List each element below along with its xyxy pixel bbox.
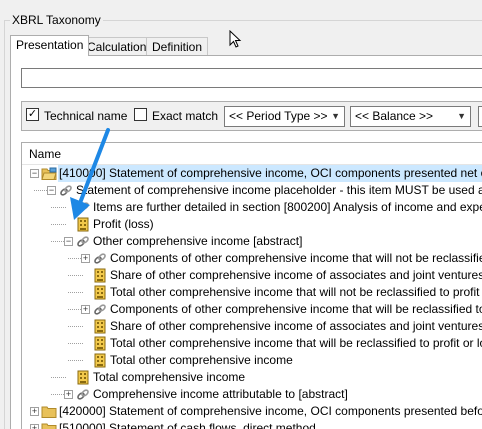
tree-node[interactable]: − Other comprehensive income [abstract]: [22, 233, 482, 250]
tree-node-label: Other comprehensive income [abstract]: [93, 234, 303, 248]
tree-node-label: Share of other comprehensive income of a…: [110, 268, 482, 282]
tree-connector: [68, 275, 83, 276]
tree-node-label: [410000] Statement of comprehensive inco…: [58, 165, 482, 182]
link-icon: [92, 302, 108, 317]
technical-name-checkbox[interactable]: ✓: [26, 108, 39, 121]
link-icon: [75, 387, 91, 402]
exact-match-label: Exact match: [152, 109, 219, 123]
tree-node-label: Comprehensive income attributable to [ab…: [93, 387, 348, 401]
tab-definition[interactable]: Definition: [146, 37, 209, 55]
balance-value: << Balance >>: [355, 109, 434, 123]
expand-icon[interactable]: +: [30, 407, 39, 416]
group-border-left: [4, 20, 5, 429]
tree-node[interactable]: Total other comprehensive income that wi…: [22, 335, 482, 352]
element-icon: [75, 370, 91, 385]
tree-node[interactable]: Total comprehensive income: [22, 369, 482, 386]
collapse-icon[interactable]: −: [47, 186, 56, 195]
tree-connector: [51, 224, 66, 225]
tree-node-label: Components of other comprehensive income…: [110, 302, 482, 316]
tree-node-label: Total other comprehensive income that wi…: [110, 336, 482, 350]
element-icon: [92, 268, 108, 283]
tree-node-label: Statement of comprehensive income placeh…: [76, 183, 482, 197]
expand-icon[interactable]: +: [81, 254, 90, 263]
collapse-icon[interactable]: −: [64, 237, 73, 246]
tree-node[interactable]: + Components of other comprehensive incom…: [22, 250, 482, 267]
collapse-icon[interactable]: −: [30, 169, 39, 178]
link-icon: [92, 251, 108, 266]
tab-calculation[interactable]: Calculation: [81, 37, 153, 55]
tree-node[interactable]: Total other comprehensive income that wi…: [22, 284, 482, 301]
technical-name-label: Technical name: [44, 109, 128, 123]
extra-filter-select[interactable]: [478, 106, 482, 127]
folder-icon: [41, 404, 57, 419]
tree-node[interactable]: Share of other comprehensive income of a…: [22, 318, 482, 335]
tree-connector: [68, 326, 83, 327]
balance-select[interactable]: << Balance >> ▼: [350, 106, 471, 127]
column-header-label: Name: [29, 147, 62, 161]
period-type-value: << Period Type >>: [229, 109, 328, 123]
tree-node-label: Total other comprehensive income: [110, 353, 293, 367]
tree-node-label: Share of other comprehensive income of a…: [110, 319, 482, 333]
search-input[interactable]: [21, 68, 482, 88]
tree-connector: [68, 360, 83, 361]
chevron-down-icon: ▼: [331, 111, 340, 121]
tree-node[interactable]: Total other comprehensive income: [22, 352, 482, 369]
link-icon: [75, 234, 91, 249]
tree-connector: [51, 207, 66, 208]
tree-connector: [68, 292, 83, 293]
expand-icon[interactable]: +: [81, 305, 90, 314]
annotation-arrow-icon: [70, 128, 110, 220]
tree-node-label: Items are further detailed in section [8…: [93, 200, 482, 214]
element-icon: [92, 285, 108, 300]
tree-connector: [68, 343, 83, 344]
chevron-down-icon: ▼: [457, 111, 466, 121]
folder-open-icon: [41, 166, 57, 181]
tree-node[interactable]: + [510000] Statement of cash flows, direc…: [22, 420, 482, 429]
tree-node-label: Total other comprehensive income that wi…: [110, 285, 482, 299]
tree-node-label: Total comprehensive income: [93, 370, 246, 384]
tree-node-label: Components of other comprehensive income…: [110, 251, 482, 265]
tree-connector: [51, 377, 66, 378]
tree-node-label: [420000] Statement of comprehensive inco…: [59, 404, 482, 418]
tree-node[interactable]: + Comprehensive income attributable to [a…: [22, 386, 482, 403]
element-icon: [92, 336, 108, 351]
element-icon: [92, 353, 108, 368]
tab-presentation[interactable]: Presentation: [10, 35, 90, 56]
expand-icon[interactable]: +: [30, 424, 39, 429]
tree-node[interactable]: + Components of other comprehensive incom…: [22, 301, 482, 318]
mouse-cursor-icon: [229, 30, 242, 48]
exact-match-checkbox[interactable]: [134, 108, 147, 121]
folder-icon: [41, 421, 57, 429]
expand-icon[interactable]: +: [64, 390, 73, 399]
element-icon: [92, 319, 108, 334]
period-type-select[interactable]: << Period Type >> ▼: [224, 106, 345, 127]
tree-node[interactable]: Share of other comprehensive income of a…: [22, 267, 482, 284]
tree-node[interactable]: + [420000] Statement of comprehensive inc…: [22, 403, 482, 420]
tree-node-label: [510000] Statement of cash flows, direct…: [59, 421, 316, 429]
group-title: XBRL Taxonomy: [10, 13, 103, 27]
